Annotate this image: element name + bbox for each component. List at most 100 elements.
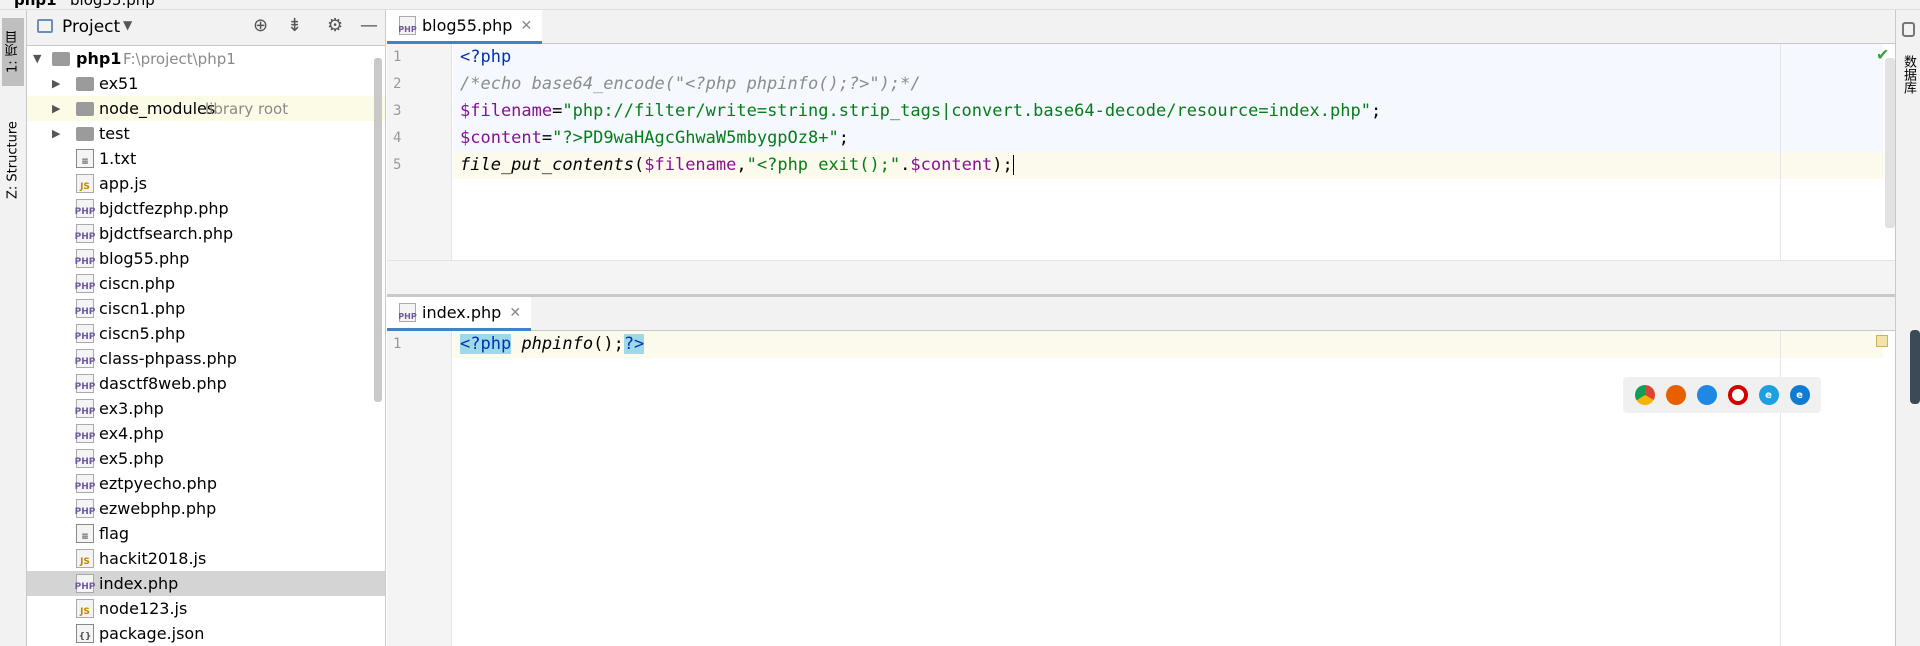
punct: (); — [593, 334, 624, 354]
operator: . — [900, 155, 911, 175]
edge-icon[interactable]: e — [1789, 385, 1810, 405]
tree-file[interactable]: {} package.json — [27, 621, 385, 646]
expand-arrow-icon[interactable]: ▶ — [52, 127, 60, 140]
file-name: ciscn.php — [99, 274, 176, 293]
editor-top-scrollbar[interactable] — [1885, 58, 1895, 228]
ie-icon[interactable]: e — [1758, 385, 1779, 405]
php-file-icon: PHP — [75, 249, 95, 268]
php-open-tag: <?php — [460, 334, 512, 354]
tree-folder[interactable]: ▶ test — [27, 121, 385, 146]
tree-root[interactable]: ▼ php1 F:\project\php1 — [27, 46, 385, 71]
tree-file[interactable]: JS node123.js — [27, 596, 385, 621]
file-name: ex3.php — [99, 399, 164, 418]
variable: $filename — [460, 101, 553, 121]
tree-file[interactable]: PHP ciscn1.php — [27, 296, 385, 321]
browser-toolbar: e e — [1623, 377, 1821, 413]
chevron-down-icon[interactable]: ▼ — [123, 18, 132, 32]
tree-file[interactable]: PHP ezwebphp.php — [27, 496, 385, 521]
file-name: bjdctfezphp.php — [99, 199, 229, 218]
nav-file[interactable]: blog55.php — [70, 0, 155, 9]
php-file-icon: PHP — [75, 224, 95, 243]
side-widget[interactable] — [1910, 330, 1920, 404]
php-file-icon: PHP — [75, 499, 95, 518]
code-line: file_put_contents($filename,"<?php exit(… — [460, 152, 1014, 179]
editor-bottom: PHP index.php ✕ 1 <?php phpinfo();?> — [387, 294, 1895, 646]
tree-file[interactable]: PHP class-phpass.php — [27, 346, 385, 371]
opera-icon[interactable] — [1727, 385, 1748, 405]
folder-icon — [76, 127, 94, 141]
file-name: ex5.php — [99, 449, 164, 468]
tree-file[interactable]: PHP ciscn5.php — [27, 321, 385, 346]
editor-top-tabbar: PHP blog55.php ✕ — [387, 10, 1895, 44]
tree-file[interactable]: PHP eztpyecho.php — [27, 471, 385, 496]
tree-file[interactable]: PHP index.php — [27, 571, 385, 596]
tree-file[interactable]: PHP ex4.php — [27, 421, 385, 446]
operator: = — [541, 128, 553, 148]
tree-file[interactable]: JS hackit2018.js — [27, 546, 385, 571]
expand-arrow-icon[interactable]: ▼ — [33, 52, 41, 65]
code-line: $content="?>PD9waHAgcGhwaW5mbygpOz8+"; — [460, 125, 849, 152]
structure-tool-label: Z: Structure — [5, 121, 21, 199]
file-name: hackit2018.js — [99, 549, 207, 568]
database-icon[interactable] — [1902, 22, 1915, 37]
line-number: 4 — [393, 130, 402, 146]
close-icon[interactable]: ✕ — [520, 18, 532, 34]
txt-file-icon: ≡ — [76, 524, 94, 543]
folder-name: node_modules — [99, 99, 216, 118]
project-title[interactable]: Project — [62, 17, 120, 37]
punct: ; — [1370, 101, 1382, 121]
code-area[interactable]: <?php phpinfo();?> — [460, 331, 645, 391]
tree-folder[interactable]: ▶ ex51 — [27, 71, 385, 96]
tree-file[interactable]: JS app.js — [27, 171, 385, 196]
tab-label: index.php — [422, 303, 502, 322]
variable: $content — [460, 128, 542, 148]
right-margin-guide — [1780, 44, 1781, 294]
comment: /*echo base64_encode("<?php phpinfo();?>… — [460, 74, 921, 94]
locate-icon[interactable]: ⊕ — [253, 15, 268, 36]
tab-index[interactable]: PHP index.php ✕ — [387, 297, 532, 331]
variable: $filename — [644, 155, 737, 175]
expand-arrow-icon[interactable]: ▶ — [52, 102, 60, 115]
project-scrollbar[interactable] — [374, 58, 382, 402]
structure-tool-tab[interactable]: Z: Structure — [2, 105, 24, 215]
tree-file[interactable]: PHP bjdctfezphp.php — [27, 196, 385, 221]
tree-file[interactable]: PHP ex3.php — [27, 396, 385, 421]
tab-blog55[interactable]: PHP blog55.php ✕ — [387, 10, 543, 44]
expand-arrow-icon[interactable]: ▶ — [52, 77, 60, 90]
punct: ; — [838, 128, 849, 148]
collapse-all-icon[interactable]: ⇟ — [287, 15, 302, 36]
firefox-icon[interactable] — [1665, 385, 1686, 405]
chrome-icon[interactable] — [1634, 385, 1655, 405]
txt-file-icon: ≡ — [76, 149, 94, 168]
tree-file[interactable]: PHP dasctf8web.php — [27, 371, 385, 396]
tree-file[interactable]: ≡ flag — [27, 521, 385, 546]
tree-file[interactable]: PHP blog55.php — [27, 246, 385, 271]
file-name: dasctf8web.php — [99, 374, 227, 393]
file-name: blog55.php — [99, 249, 190, 268]
tree-file[interactable]: PHP bjdctfsearch.php — [27, 221, 385, 246]
tree-file[interactable]: PHP ciscn.php — [27, 271, 385, 296]
json-file-icon: {} — [76, 624, 94, 643]
close-icon[interactable]: ✕ — [509, 305, 521, 321]
tree-folder[interactable]: ▶ node_modules library root — [27, 96, 385, 121]
project-tool-tab[interactable]: 1: 项目 — [2, 18, 24, 86]
hide-icon[interactable]: — — [360, 15, 378, 36]
warning-marker-icon[interactable] — [1876, 335, 1888, 347]
project-toolbar: Project ▼ ⊕ ⇟ ⚙ — — [27, 10, 385, 46]
folder-note: library root — [205, 99, 289, 118]
root-path: F:\project\php1 — [123, 49, 236, 68]
folder-icon — [76, 77, 94, 91]
gear-icon[interactable]: ⚙ — [327, 15, 343, 36]
file-name: eztpyecho.php — [99, 474, 217, 493]
tree-file[interactable]: PHP ex5.php — [27, 446, 385, 471]
code-line: <?php phpinfo();?> — [460, 331, 645, 358]
safari-icon[interactable] — [1696, 385, 1717, 405]
php-file-icon: PHP — [75, 424, 95, 443]
tree-file[interactable]: ≡ 1.txt — [27, 146, 385, 171]
project-tool-label: 1: 项目 — [5, 30, 21, 74]
code-line: <?php — [460, 44, 511, 71]
nav-project[interactable]: php1 — [14, 0, 57, 9]
code-area[interactable]: <?php /*echo base64_encode("<?php phpinf… — [460, 44, 1381, 184]
database-tool-tab[interactable]: 数据库 — [1898, 55, 1918, 94]
php-open-tag: <?php — [460, 47, 512, 67]
